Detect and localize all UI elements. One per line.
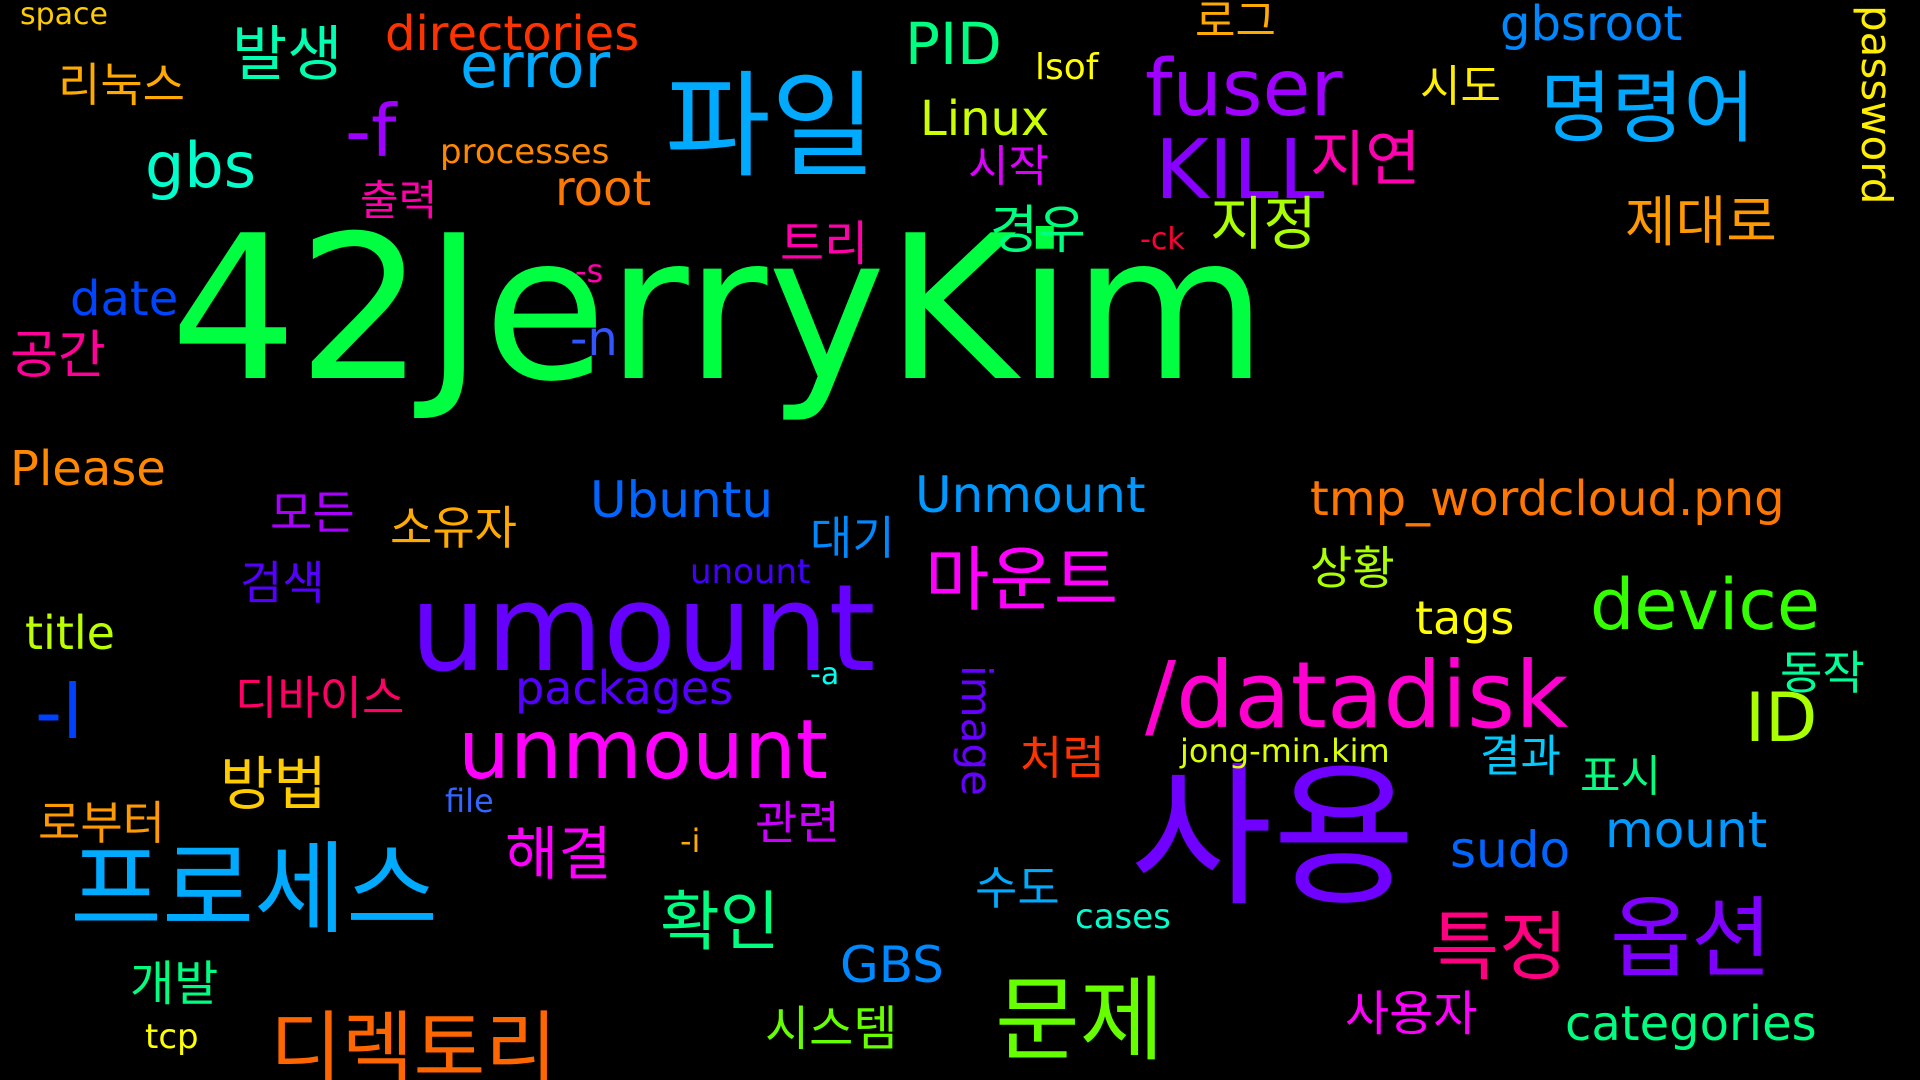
cloud-word: 상황 <box>1310 541 1395 595</box>
cloud-word: 소유자 <box>390 501 517 555</box>
cloud-word: 경우 <box>990 201 1086 261</box>
cloud-word: password <box>1852 5 1901 205</box>
cloud-word: title <box>25 606 115 660</box>
cloud-word: 출력 <box>360 176 438 225</box>
cloud-word: 특정 <box>1430 903 1569 991</box>
cloud-word: 방법 <box>220 750 327 818</box>
cloud-word: 시스템 <box>765 1001 898 1057</box>
cloud-word: file <box>445 782 494 820</box>
cloud-word: -ck <box>1140 222 1185 257</box>
cloud-word: date <box>70 271 179 327</box>
cloud-word: lsof <box>1035 47 1099 88</box>
cloud-word: directories <box>385 6 640 62</box>
cloud-word: 사용 <box>1130 747 1416 928</box>
cloud-word: 디렉토리 <box>270 1004 558 1080</box>
cloud-word: root <box>555 161 652 217</box>
cloud-word: 시도 <box>1420 61 1501 112</box>
cloud-word: tags <box>1415 591 1515 645</box>
cloud-word: jong-min.kim <box>1180 732 1390 770</box>
cloud-word: 사용자 <box>1345 986 1478 1042</box>
cloud-word: 결과 <box>1480 731 1561 782</box>
cloud-word: 표시 <box>1580 751 1661 802</box>
cloud-word: 시작 <box>968 141 1049 192</box>
cloud-word: 확인 <box>660 885 780 960</box>
cloud-word: cases <box>1075 897 1171 937</box>
word-cloud: 42JerryKim 사용 umount 파일 프로세스/datadisk 문제 옵션 unm… <box>0 0 1920 1080</box>
cloud-word: 문제 <box>995 967 1165 1074</box>
cloud-word: unount <box>690 552 811 592</box>
cloud-word: -i <box>680 822 701 860</box>
cloud-word: 디바이스 <box>235 671 405 725</box>
cloud-word: 리눅스 <box>58 58 185 112</box>
cloud-word: sudo <box>1450 821 1571 879</box>
cloud-word: 로부터 <box>38 796 165 850</box>
cloud-word: tcp <box>145 1017 199 1057</box>
cloud-word: image <box>952 665 1001 796</box>
cloud-word: 수도 <box>975 861 1060 915</box>
cloud-word: Linux <box>920 91 1050 147</box>
cloud-word: 모든 <box>270 486 355 540</box>
cloud-word: packages <box>515 661 734 715</box>
cloud-word: 관련 <box>755 796 840 850</box>
cloud-word: categories <box>1565 996 1817 1052</box>
cloud-word: fuser <box>1145 44 1343 134</box>
cloud-word: Ubuntu <box>590 471 774 529</box>
cloud-word: -a <box>810 657 840 692</box>
cloud-word: 트리 <box>780 216 869 272</box>
cloud-word: 처럼 <box>1020 731 1105 785</box>
cloud-word: 지정 <box>1210 190 1317 258</box>
cloud-word: Please <box>10 441 166 497</box>
cloud-word: gbs <box>145 129 257 202</box>
cloud-word: 지연 <box>1310 125 1421 195</box>
cloud-word: 동작 <box>1780 646 1865 700</box>
cloud-word: 명령어 <box>1540 64 1756 154</box>
cloud-word: device <box>1590 564 1820 646</box>
cloud-word: 로그 <box>1195 0 1276 47</box>
cloud-word: 파일 <box>665 60 877 194</box>
cloud-word: 공간 <box>10 326 106 386</box>
cloud-word: GBS <box>840 936 944 994</box>
cloud-word: /datadisk <box>1145 642 1569 749</box>
cloud-word: 42JerryKim <box>170 193 1268 426</box>
cloud-word: 마운트 <box>925 539 1119 621</box>
cloud-word: 옵션 <box>1610 887 1772 990</box>
cloud-word: 개발 <box>130 956 219 1012</box>
cloud-word: Unmount <box>915 466 1146 524</box>
cloud-word: -s <box>575 252 604 290</box>
cloud-word: gbsroot <box>1500 0 1683 52</box>
cloud-word: 검색 <box>240 556 325 610</box>
cloud-word: -l <box>35 668 83 756</box>
cloud-word: 발생 <box>232 20 343 90</box>
cloud-word: 프로세스 <box>70 831 438 948</box>
cloud-word: mount <box>1605 801 1768 859</box>
cloud-word: -f <box>345 89 397 173</box>
cloud-word: tmp_wordcloud.png <box>1310 471 1785 527</box>
cloud-word: processes <box>440 132 610 172</box>
cloud-word: 제대로 <box>1625 190 1777 254</box>
cloud-word: unmount <box>458 703 829 798</box>
cloud-word: 해결 <box>505 820 612 888</box>
cloud-word: -n <box>570 311 618 367</box>
cloud-word: space <box>20 0 109 32</box>
cloud-word: PID <box>905 10 1002 78</box>
cloud-word: 대기 <box>810 511 895 565</box>
